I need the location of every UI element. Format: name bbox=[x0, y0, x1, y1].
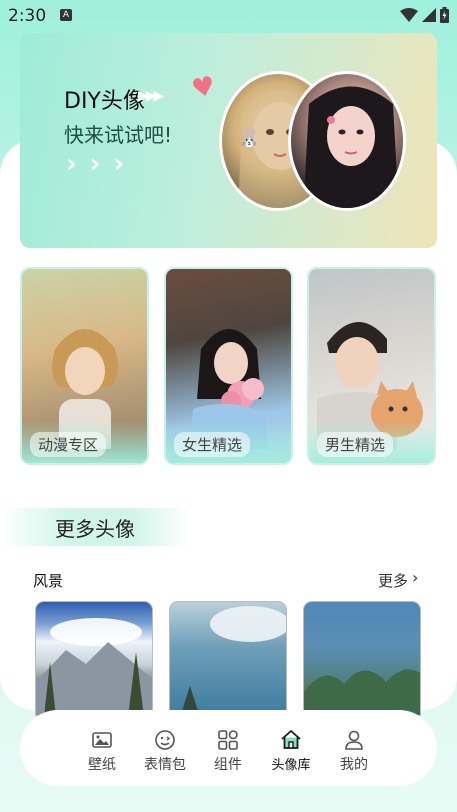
status-time: 2:30 bbox=[8, 6, 47, 26]
user-icon bbox=[345, 730, 363, 750]
status-bar: 2:30 A bbox=[0, 0, 457, 32]
category-girls[interactable]: 女生精选 bbox=[164, 267, 293, 465]
more-avatars-title: 更多头像 bbox=[55, 517, 135, 541]
status-icons bbox=[400, 7, 449, 23]
home-icon bbox=[281, 730, 301, 749]
more-link[interactable]: 更多 bbox=[378, 570, 408, 591]
diy-avatar-banner[interactable]: DIY头像 ▶▶▶ 快来试试吧! › › › ♥ 🐰 bbox=[20, 33, 437, 248]
nav-label: 组件 bbox=[214, 757, 242, 773]
more-avatars-heading: 更多头像 bbox=[0, 508, 190, 546]
image-icon bbox=[92, 732, 112, 748]
scenery-thumb-2[interactable] bbox=[169, 601, 287, 716]
nav-label: 壁纸 bbox=[88, 757, 116, 773]
scenery-thumb-1[interactable] bbox=[35, 601, 153, 716]
mountain-image bbox=[36, 618, 152, 715]
nav-profile[interactable]: 我的 bbox=[326, 728, 382, 774]
category-label: 男生精选 bbox=[317, 432, 394, 457]
nav-widgets[interactable]: 组件 bbox=[200, 728, 256, 774]
nav-label: 表情包 bbox=[144, 757, 186, 773]
section-title-scenery: 风景 bbox=[33, 572, 64, 590]
nav-stickers[interactable]: 表情包 bbox=[137, 728, 193, 774]
notification-icon: A bbox=[60, 9, 72, 21]
svg-text:🐰: 🐰 bbox=[238, 127, 260, 149]
chevron-right-icon[interactable]: › bbox=[412, 568, 418, 587]
battery-icon bbox=[440, 7, 449, 23]
play-arrows-icon: ▶▶▶ bbox=[138, 88, 164, 104]
lake-image bbox=[304, 669, 420, 715]
nav-label: 我的 bbox=[340, 757, 368, 773]
signal-icon bbox=[422, 8, 436, 22]
category-anime[interactable]: 动漫专区 bbox=[20, 267, 149, 465]
bottom-nav: 壁纸 表情包 组件 头像库 我的 bbox=[20, 710, 437, 786]
scenery-thumb-3[interactable] bbox=[303, 601, 421, 716]
avatar-sample-2 bbox=[288, 71, 406, 211]
nav-wallpaper[interactable]: 壁纸 bbox=[74, 728, 130, 774]
wifi-icon bbox=[400, 8, 418, 22]
banner-title: DIY头像 bbox=[64, 89, 145, 114]
widget-grid-icon bbox=[218, 730, 238, 750]
nav-label: 头像库 bbox=[271, 758, 311, 773]
sky-image bbox=[180, 606, 286, 715]
smiley-icon bbox=[155, 730, 175, 750]
chevrons-icon: › › › bbox=[66, 149, 127, 179]
category-boys[interactable]: 男生精选 bbox=[307, 267, 436, 465]
nav-avatar-library[interactable]: 头像库 bbox=[263, 728, 319, 773]
category-label: 动漫专区 bbox=[30, 432, 107, 457]
heart-icon: ♥ bbox=[189, 70, 219, 106]
banner-subtitle: 快来试试吧! bbox=[64, 123, 173, 147]
category-label: 女生精选 bbox=[174, 432, 251, 457]
